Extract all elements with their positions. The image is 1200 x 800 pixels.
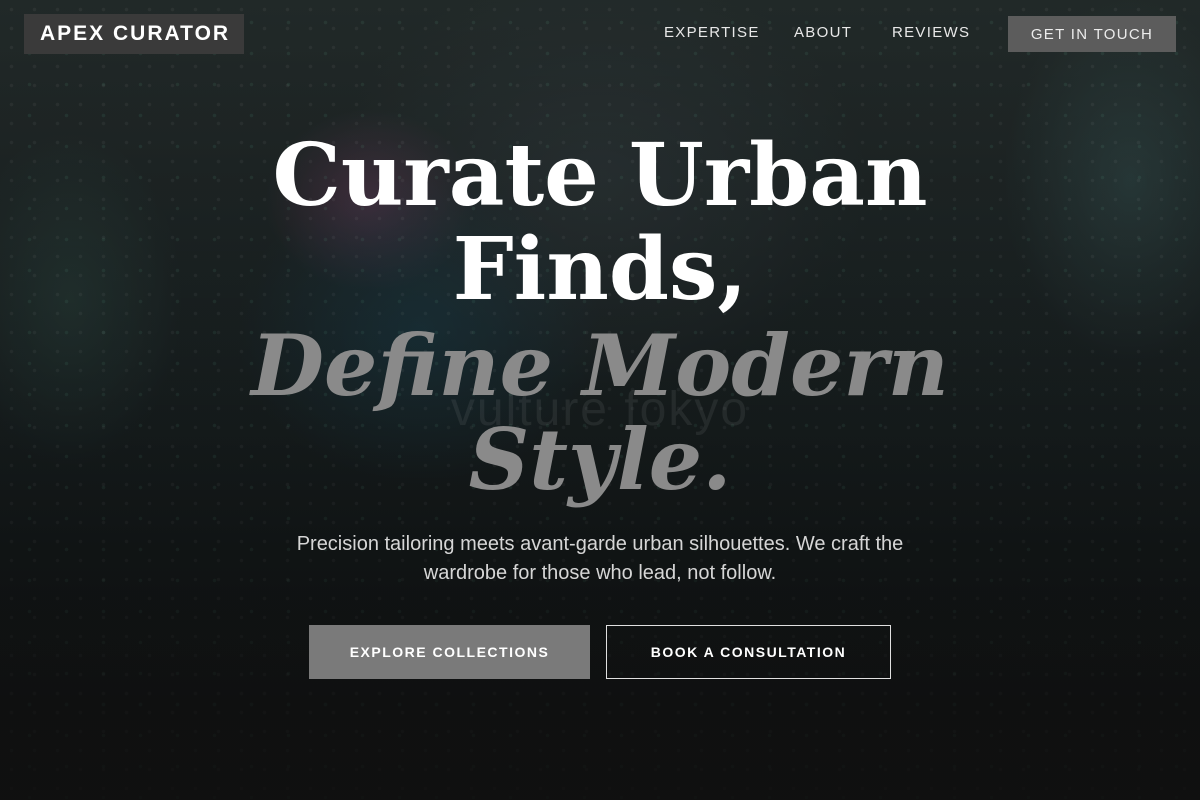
brand-logo[interactable]: APEX CURATOR: [24, 14, 244, 54]
book-consultation-button[interactable]: BOOK A CONSULTATION: [606, 625, 891, 679]
headline-line-1: Curate Urban: [272, 125, 928, 226]
headline-line-2: Finds,: [452, 219, 748, 320]
nav-link-about[interactable]: ABOUT: [794, 24, 852, 41]
headline-line-3: Define Modern: [251, 316, 949, 415]
headline-line-4: Style.: [468, 410, 732, 509]
nav-link-reviews[interactable]: REVIEWS: [892, 24, 970, 41]
nav-link-expertise[interactable]: EXPERTISE: [664, 24, 760, 41]
explore-collections-button[interactable]: EXPLORE COLLECTIONS: [309, 625, 590, 679]
hero-subtitle: Precision tailoring meets avant-garde ur…: [296, 533, 904, 584]
get-in-touch-button[interactable]: GET IN TOUCH: [1008, 16, 1176, 52]
